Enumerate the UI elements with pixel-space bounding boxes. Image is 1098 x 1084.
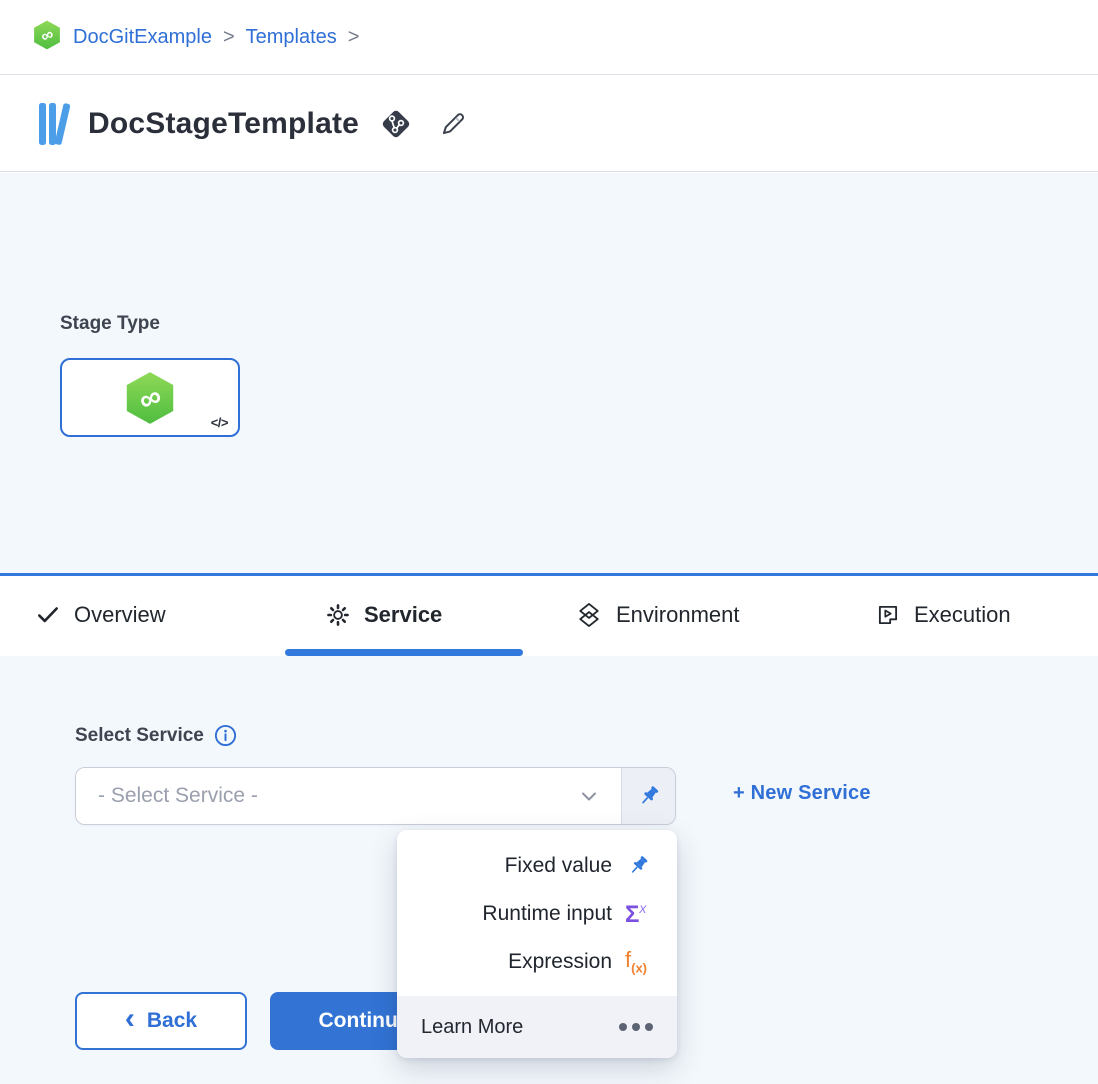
ellipsis-icon [619, 1023, 653, 1031]
learn-more-label: Learn More [421, 1016, 523, 1039]
continue-button-label: Continue [319, 1009, 410, 1033]
tab-execution[interactable]: Execution [875, 576, 1011, 653]
breadcrumb-separator: > [223, 26, 235, 49]
tab-service[interactable]: Service [325, 576, 442, 653]
pin-icon [625, 853, 655, 879]
tab-label: Overview [74, 602, 166, 628]
tab-label: Execution [914, 602, 1011, 628]
service-tab-panel: Select Service - Select Service - [0, 656, 1098, 1084]
stage-type-label: Stage Type [60, 313, 160, 335]
new-service-button[interactable]: + New Service [733, 782, 871, 805]
breadcrumb-link-templates[interactable]: Templates [246, 26, 337, 49]
tab-overview[interactable]: Overview [35, 576, 166, 653]
menu-item-runtime-input[interactable]: Runtime input Σx [397, 890, 677, 938]
back-button[interactable]: ‹ Back [75, 992, 247, 1050]
code-icon: </> [211, 415, 228, 430]
breadcrumb-link-project[interactable]: DocGitExample [73, 26, 212, 49]
stage-type-section: Stage Type ∞ </> [0, 173, 1098, 573]
service-select-dropdown[interactable]: - Select Service - [76, 768, 621, 824]
menu-item-label: Runtime input [482, 902, 612, 926]
harness-ci-hexagon-icon: ∞ [32, 20, 62, 55]
page-title: DocStageTemplate [88, 107, 359, 141]
multi-type-pin-button[interactable] [621, 768, 675, 824]
menu-item-label: Fixed value [505, 854, 612, 878]
page-header: DocStageTemplate [0, 76, 1098, 172]
menu-item-label: Expression [508, 950, 612, 974]
layers-icon [575, 601, 603, 629]
input-type-menu: Fixed value Runtime input [397, 830, 677, 1058]
stage-tab-bar: Overview Service [0, 573, 1098, 656]
learn-more-row[interactable]: Learn More [397, 996, 677, 1058]
input-type-menu-items: Fixed value Runtime input [397, 830, 677, 996]
back-button-label: Back [147, 1009, 197, 1033]
fx-icon: f(x) [625, 949, 655, 974]
service-select-control: - Select Service - [75, 767, 676, 825]
info-icon[interactable] [214, 724, 237, 747]
sigma-x-icon: Σx [625, 901, 655, 927]
stage-type-card-ci[interactable]: ∞ </> [60, 358, 240, 437]
gear-icon [325, 602, 351, 628]
pencil-icon[interactable] [437, 108, 469, 140]
active-tab-underline [285, 649, 523, 656]
select-service-label: Select Service [75, 725, 204, 747]
breadcrumb-separator: > [348, 26, 360, 49]
breadcrumb: ∞ DocGitExample > Templates > [0, 0, 1098, 75]
menu-item-expression[interactable]: Expression f(x) [397, 938, 677, 986]
tab-label: Environment [616, 602, 740, 628]
tab-label: Service [364, 602, 442, 628]
check-icon [35, 602, 61, 628]
play-board-icon [875, 602, 901, 628]
menu-item-fixed-value[interactable]: Fixed value [397, 842, 677, 890]
pin-icon [635, 783, 662, 810]
select-placeholder: - Select Service - [98, 784, 258, 808]
harness-ci-hexagon-icon: ∞ [123, 371, 177, 425]
stage-template-page: ∞ DocGitExample > Templates > DocStageTe… [0, 0, 1098, 1084]
chevron-down-icon [577, 784, 601, 808]
git-diamond-icon [377, 105, 415, 143]
template-library-icon [38, 100, 70, 148]
tab-environment[interactable]: Environment [575, 576, 740, 653]
select-service-label-row: Select Service [75, 724, 237, 747]
